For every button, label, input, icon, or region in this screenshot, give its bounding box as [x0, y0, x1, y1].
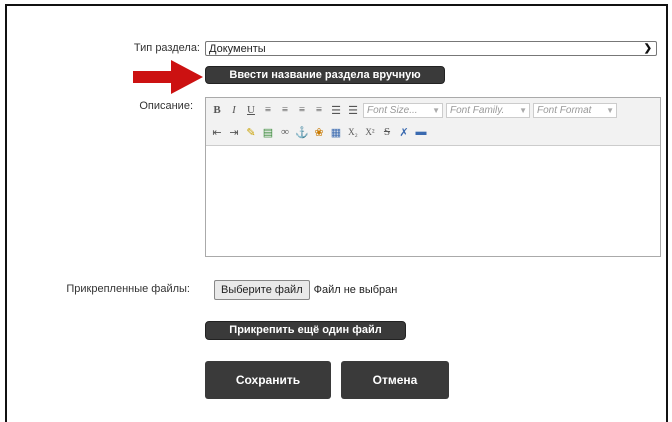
- choose-file-button[interactable]: Выберите файл: [214, 279, 310, 300]
- link-icon[interactable]: ∞: [278, 125, 292, 139]
- font-size-placeholder: Font Size...: [367, 104, 418, 116]
- arrow-pointer-icon: [133, 60, 203, 94]
- file-input[interactable]: Выберите файл Файл не выбран: [214, 279, 397, 300]
- align-justify-icon[interactable]: ≡: [312, 103, 326, 117]
- editor-content-area[interactable]: [206, 146, 660, 256]
- file-status: Файл не выбран: [313, 283, 398, 296]
- chevron-down-icon: ▼: [432, 105, 440, 115]
- chevron-down-icon: ▼: [606, 105, 614, 115]
- font-size-select[interactable]: Font Size... ▼: [363, 102, 443, 118]
- align-right-icon[interactable]: ≡: [295, 103, 309, 117]
- font-family-select[interactable]: Font Family. ▼: [446, 102, 530, 118]
- unordered-list-icon[interactable]: ☰: [346, 103, 360, 117]
- strikethrough-icon[interactable]: S: [380, 125, 394, 139]
- bold-icon[interactable]: B: [210, 103, 224, 117]
- editor-toolbar: B I U ≡ ≡ ≡ ≡ ☰ ☰ Font Size... ▼ Font Fa…: [206, 98, 660, 146]
- subscript-icon[interactable]: X₂: [346, 125, 360, 139]
- description-label: Описание:: [139, 100, 193, 112]
- section-type-label: Тип раздела:: [133, 42, 200, 54]
- save-button[interactable]: Сохранить: [205, 361, 331, 399]
- section-type-select[interactable]: Документы ❯: [205, 41, 657, 56]
- ordered-list-icon[interactable]: ☰: [329, 103, 343, 117]
- align-left-icon[interactable]: ≡: [261, 103, 275, 117]
- italic-icon[interactable]: I: [227, 103, 241, 117]
- font-family-placeholder: Font Family.: [450, 104, 505, 116]
- manual-name-button[interactable]: Ввести название раздела вручную: [205, 66, 445, 84]
- clean-icon[interactable]: ✗: [397, 125, 411, 139]
- toolbar-row-2: ⇤ ⇥ ✎ ▤ ∞ ⚓ ❀ ▦ X₂ X² S ✗ ▬: [210, 123, 428, 141]
- align-center-icon[interactable]: ≡: [278, 103, 292, 117]
- section-type-value: Документы: [209, 43, 266, 55]
- attach-more-button[interactable]: Прикрепить ещё один файл: [205, 321, 406, 340]
- superscript-icon[interactable]: X²: [363, 125, 377, 139]
- outdent-icon[interactable]: ⇤: [210, 125, 224, 139]
- image-icon[interactable]: ❀: [312, 125, 326, 139]
- edit-icon[interactable]: ✎: [244, 125, 258, 139]
- horizontal-rule-icon[interactable]: ▬: [414, 125, 428, 139]
- cancel-button[interactable]: Отмена: [341, 361, 449, 399]
- anchor-icon[interactable]: ⚓: [295, 125, 309, 139]
- indent-icon[interactable]: ⇥: [227, 125, 241, 139]
- font-format-placeholder: Font Format: [537, 104, 592, 116]
- attached-files-label: Прикрепленные файлы:: [66, 283, 190, 295]
- paste-icon[interactable]: ▤: [261, 125, 275, 139]
- font-format-select[interactable]: Font Format ▼: [533, 102, 617, 118]
- chevron-down-icon: ❯: [643, 43, 652, 54]
- rich-text-editor: B I U ≡ ≡ ≡ ≡ ☰ ☰ Font Size... ▼ Font Fa…: [205, 97, 661, 257]
- chevron-down-icon: ▼: [519, 105, 527, 115]
- toolbar-row-1: B I U ≡ ≡ ≡ ≡ ☰ ☰ Font Size... ▼ Font Fa…: [210, 101, 617, 119]
- html-icon[interactable]: ▦: [329, 125, 343, 139]
- underline-icon[interactable]: U: [244, 103, 258, 117]
